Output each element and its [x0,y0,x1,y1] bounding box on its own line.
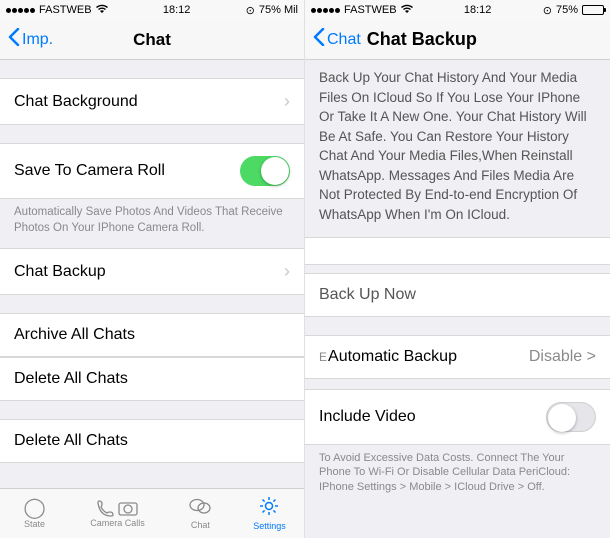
chat-backup-label: Chat Backup [14,263,106,281]
nav-bar: Imp. Chat [0,20,304,60]
status-bar: FASTWEB 18:12 ⊙ 75% [305,0,610,20]
wifi-icon [401,4,413,17]
left-screen: FASTWEB 18:12 ⊙ 75% Mil Imp. Chat Chat B… [0,0,305,538]
tab-settings[interactable]: Settings [235,489,304,538]
battery-icon [582,5,604,15]
status-circle-icon: ◯ [23,498,45,518]
status-time: 18:12 [413,4,543,16]
save-camera-roll-footnote: Automatically Save Photos And Videos Tha… [0,199,304,240]
alarm-icon: ⊙ [543,4,552,17]
backup-now-button[interactable]: Back Up Now [305,273,610,317]
tab-label: Settings [253,521,286,531]
chevron-left-icon [313,28,325,51]
include-video-row: Include Video [305,389,610,445]
tab-chat[interactable]: Chat [166,489,235,538]
backup-description: Back Up Your Chat History And Your Media… [305,60,610,237]
tab-label: Chat [191,520,210,530]
back-label: Imp. [22,31,53,49]
tab-label: State [24,519,45,529]
status-time: 18:12 [108,4,246,16]
chat-background-row[interactable]: Chat Background › [0,78,304,125]
back-button[interactable]: Chat [313,28,361,51]
signal-icon [311,8,340,13]
tab-label: Camera Calls [90,518,145,528]
delete-all-label: Delete All Chats [14,432,128,450]
automatic-backup-row[interactable]: E Automatic Backup Disable > [305,335,610,379]
page-title: Chat [133,30,171,50]
signal-icon [6,8,35,13]
chat-bubbles-icon [189,497,211,519]
save-camera-roll-toggle[interactable] [240,156,290,186]
delete-all-label: Delete All Chats [14,370,128,388]
alarm-icon: ⊙ [246,4,255,17]
back-button[interactable]: Imp. [8,28,53,51]
delete-all-row-1[interactable]: Delete All Chats [0,357,304,401]
tab-camera-calls[interactable]: Camera Calls [69,489,166,538]
carrier-label: FASTWEB [344,4,397,16]
phone-camera-icon [96,499,138,517]
spacer-cell [305,237,610,265]
wifi-icon [96,4,108,17]
save-camera-roll-row: Save To Camera Roll [0,143,304,199]
status-bar: FASTWEB 18:12 ⊙ 75% Mil [0,0,304,20]
delete-all-row-2[interactable]: Delete All Chats [0,419,304,463]
chevron-right-icon: › [284,91,290,112]
chevron-left-icon [8,28,20,51]
include-video-toggle[interactable] [546,402,596,432]
gear-icon [259,496,279,520]
auto-backup-label: Automatic Backup [328,348,457,366]
page-title: Chat Backup [367,29,477,50]
auto-backup-value: Disable > [529,348,596,366]
nav-bar: Chat Chat Backup [305,20,610,60]
carrier-label: FASTWEB [39,4,92,16]
archive-all-label: Archive All Chats [14,326,135,344]
data-costs-footnote: To Avoid Excessive Data Costs. Connect T… [305,445,610,500]
backup-now-label: Back Up Now [319,286,416,304]
right-screen: FASTWEB 18:12 ⊙ 75% Chat Chat Backup Bac… [305,0,610,538]
chat-background-label: Chat Background [14,93,138,111]
battery-text: 75% [556,4,578,16]
archive-all-row[interactable]: Archive All Chats [0,313,304,357]
battery-text: 75% Mil [259,4,298,16]
tab-state[interactable]: ◯ State [0,489,69,538]
auto-backup-prefix: E [319,350,327,364]
chat-backup-row[interactable]: Chat Backup › [0,248,304,295]
back-label: Chat [327,31,361,49]
tab-bar: ◯ State Camera Calls Chat Settings [0,488,304,538]
chevron-right-icon: › [284,261,290,282]
include-video-label: Include Video [319,408,416,426]
save-camera-roll-label: Save To Camera Roll [14,162,165,180]
